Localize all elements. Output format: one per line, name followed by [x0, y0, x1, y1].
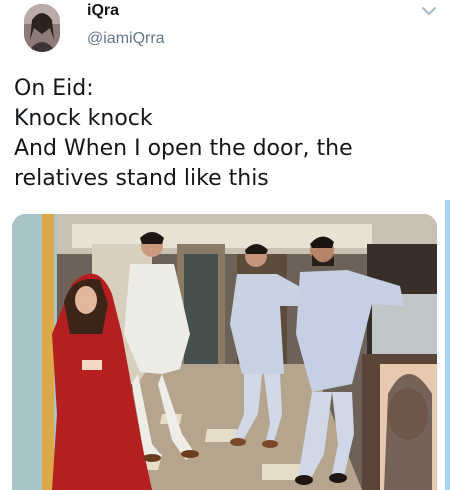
tweet-line: Knock knock	[14, 106, 153, 131]
tweet-line: On Eid:	[14, 76, 94, 101]
tweet-card: iQra @iamiQrra On Eid: Knock knock And W…	[0, 0, 450, 490]
avatar[interactable]	[24, 4, 60, 52]
scroll-indicator	[445, 200, 450, 490]
author-name[interactable]: iQra	[87, 2, 119, 20]
chevron-down-icon[interactable]	[420, 4, 438, 18]
tweet-text: On Eid: Knock knock And When I open the …	[14, 74, 434, 194]
author-handle[interactable]: @iamiQrra	[87, 30, 165, 48]
tweet-line: relatives stand like this	[14, 166, 269, 191]
tweet-line: And When I open the door, the	[14, 136, 353, 161]
tweet-photo[interactable]	[12, 214, 437, 490]
